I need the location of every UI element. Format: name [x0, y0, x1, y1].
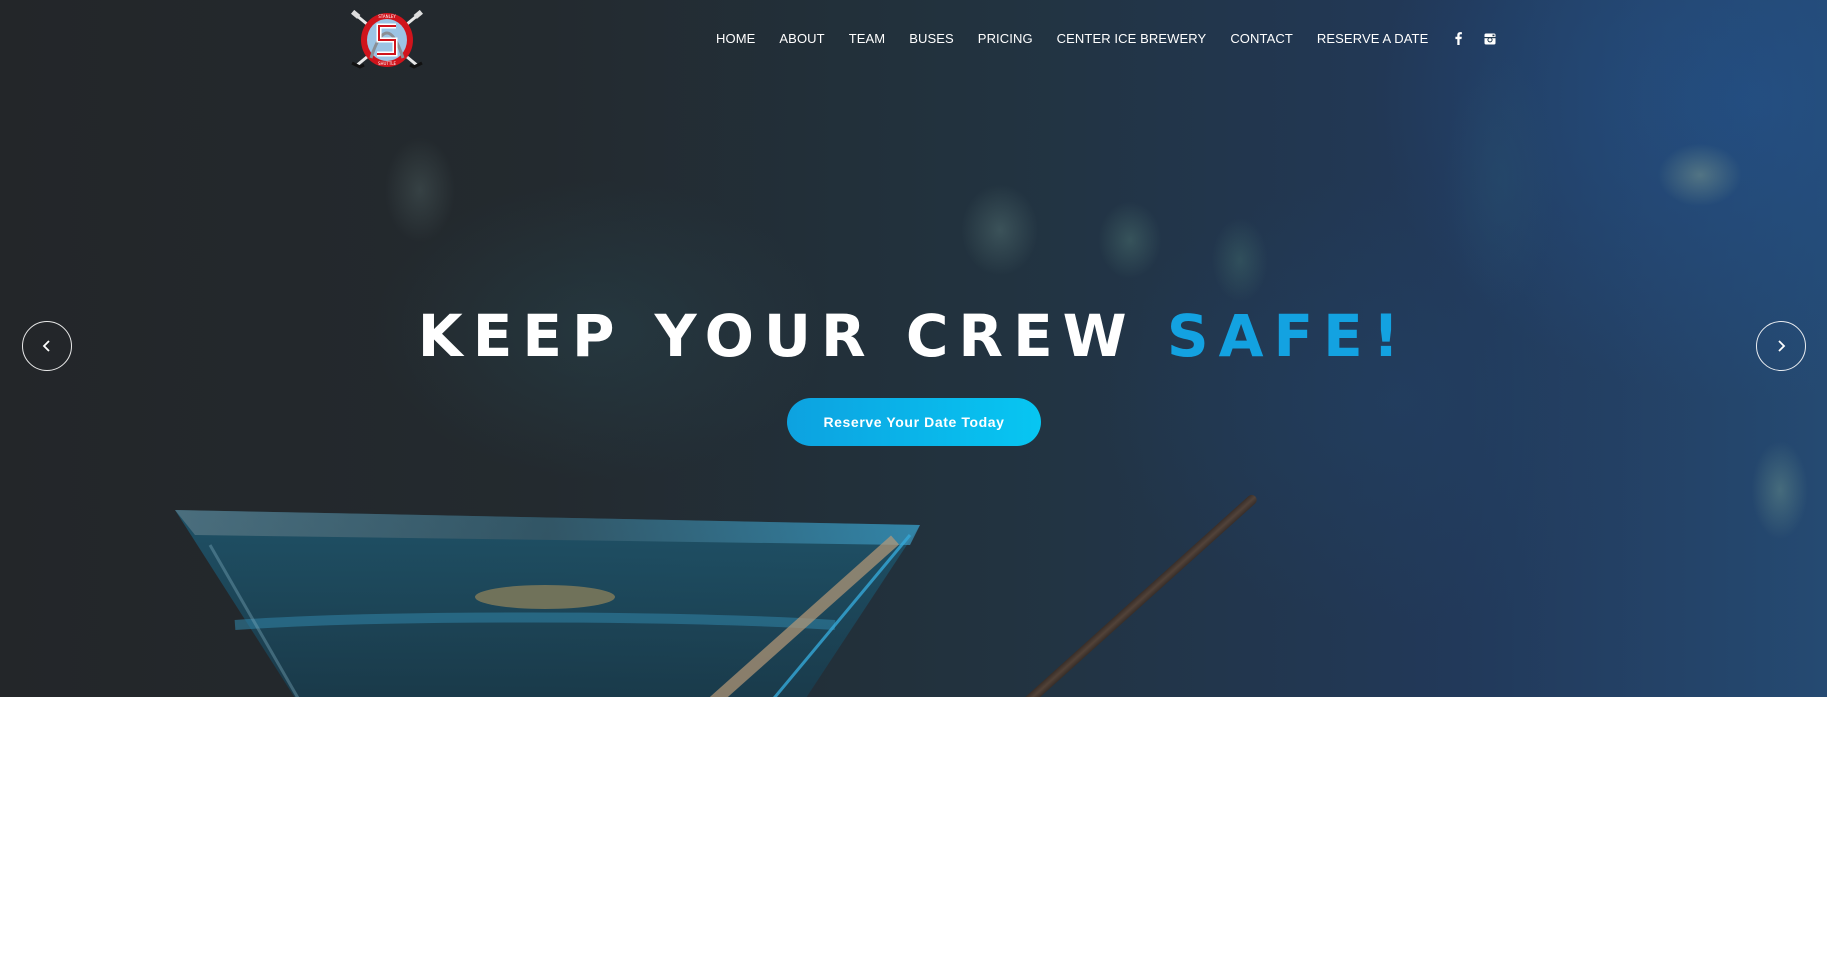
nav-item-pricing[interactable]: PRICING: [978, 31, 1033, 46]
hero-headline: KEEP YOUR CREW SAFE!: [0, 300, 1827, 372]
facebook-link[interactable]: [1452, 32, 1464, 46]
martini-glass-image: [175, 510, 920, 697]
site-logo[interactable]: STANLEY SHUTTLE: [350, 9, 424, 70]
logo-ring-bottom-text: SHUTTLE: [378, 61, 397, 66]
headline-accent-text: SAFE!: [1166, 302, 1410, 370]
main-nav: HOME ABOUT TEAM BUSES PRICING CENTER ICE…: [716, 31, 1516, 46]
nav-item-contact[interactable]: CONTACT: [1230, 31, 1293, 46]
stanley-shuttle-logo-icon: STANLEY SHUTTLE: [351, 9, 423, 69]
chevron-left-icon: [42, 340, 50, 352]
nav-item-team[interactable]: TEAM: [849, 31, 886, 46]
facebook-icon: [1455, 32, 1462, 45]
content-section: [0, 697, 1827, 955]
nav-item-reserve-a-date[interactable]: RESERVE A DATE: [1317, 31, 1428, 46]
reserve-date-button[interactable]: Reserve Your Date Today: [787, 398, 1041, 446]
nav-item-about[interactable]: ABOUT: [779, 31, 824, 46]
site-header: STANLEY SHUTTLE HOME ABOUT TEAM BUSES PR…: [0, 0, 1827, 80]
nav-item-home[interactable]: HOME: [716, 31, 755, 46]
headline-main-text: KEEP YOUR CREW: [417, 302, 1167, 370]
instagram-icon: [1484, 33, 1496, 44]
logo-ring-top-text: STANLEY: [378, 14, 396, 19]
nav-item-center-ice-brewery[interactable]: CENTER ICE BREWERY: [1057, 31, 1207, 46]
nav-item-buses[interactable]: BUSES: [909, 31, 954, 46]
chevron-right-icon: [1778, 340, 1786, 352]
slider-next-button[interactable]: [1756, 321, 1806, 371]
slider-prev-button[interactable]: [22, 321, 72, 371]
instagram-link[interactable]: [1484, 32, 1496, 46]
hero-slider: KEEP YOUR CREW SAFE! Reserve Your Date T…: [0, 0, 1827, 697]
